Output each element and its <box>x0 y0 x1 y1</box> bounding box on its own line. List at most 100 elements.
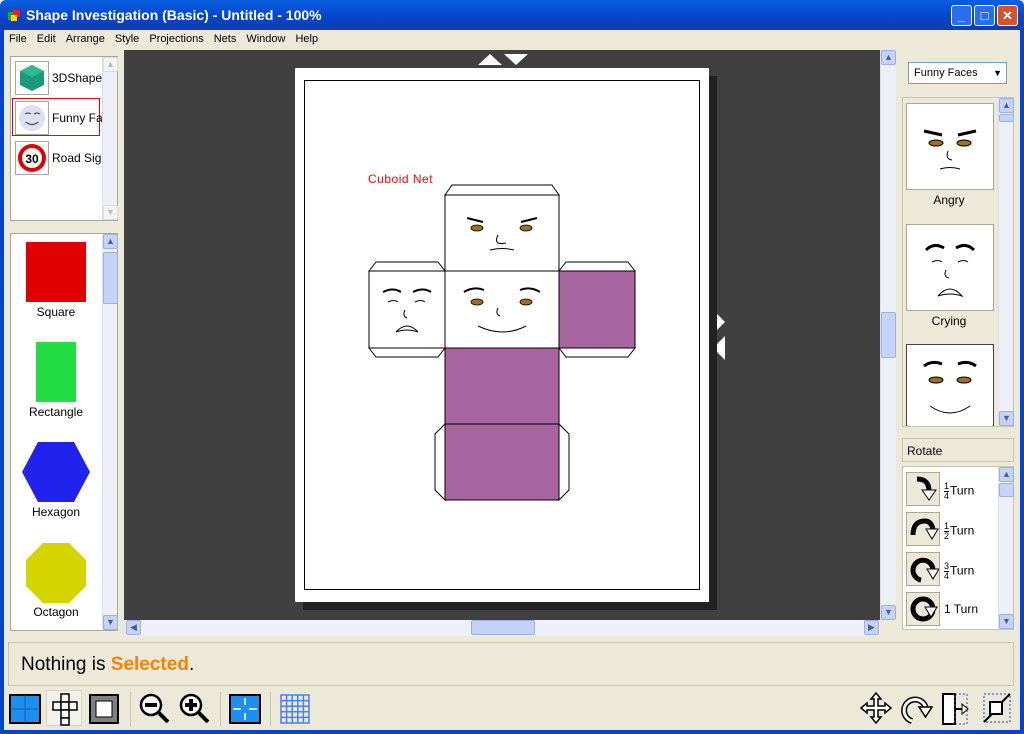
scroll-thumb[interactable] <box>999 483 1014 497</box>
zoom-in-icon <box>179 693 210 724</box>
menu-style[interactable]: Style <box>110 30 144 45</box>
face-library-dropdown[interactable]: Funny Faces ▼ <box>908 62 1007 84</box>
road-sign-30-icon: 30 <box>15 141 49 175</box>
library-item-3dshapes[interactable]: 3DShapes <box>14 60 102 96</box>
net-tab <box>557 261 637 272</box>
page-nav-arrows-top[interactable] <box>476 52 530 66</box>
menu-bar: File Edit Arrange Style Projections Nets Windo… <box>4 30 1020 49</box>
move-icon <box>859 691 893 725</box>
frame-view-icon <box>89 694 119 724</box>
net-tab <box>434 422 446 502</box>
menu-nets[interactable]: Nets <box>209 30 242 45</box>
menu-help[interactable]: Help <box>290 30 323 45</box>
library-item-funny-faces[interactable]: Funny Faces <box>12 98 102 136</box>
scroll-thumb[interactable] <box>471 620 535 635</box>
shape-octagon[interactable] <box>25 542 87 604</box>
net-tab <box>367 347 447 358</box>
zoom-out-button[interactable] <box>136 690 172 726</box>
scroll-down-button[interactable]: ▼ <box>999 411 1014 426</box>
face-angry[interactable] <box>906 103 994 190</box>
net-face-angry <box>444 194 560 272</box>
face-smiling[interactable] <box>906 344 994 426</box>
menu-window[interactable]: Window <box>241 30 290 45</box>
net-tab <box>367 261 447 272</box>
net-face-crying <box>368 270 446 349</box>
canvas-vertical-scrollbar[interactable]: ▲ ▼ <box>880 50 896 620</box>
toolbar-divider <box>130 692 131 726</box>
net-view-icon <box>52 693 78 726</box>
app-icon <box>8 10 20 21</box>
net-view-button[interactable] <box>46 690 82 726</box>
scroll-thumb[interactable] <box>881 312 896 358</box>
fit-page-icon <box>229 694 261 724</box>
shape-square[interactable] <box>26 242 86 302</box>
grid-button[interactable] <box>276 690 312 726</box>
menu-arrange[interactable]: Arrange <box>61 30 110 45</box>
shape-hexagon[interactable] <box>21 441 91 503</box>
scroll-thumb[interactable] <box>103 252 118 304</box>
face-label-angry: Angry <box>933 193 965 207</box>
scroll-right-button[interactable]: ▶ <box>864 620 879 635</box>
fit-page-button[interactable] <box>226 690 262 726</box>
zoom-in-button[interactable] <box>176 690 212 726</box>
grid-icon <box>280 694 310 724</box>
shape-label-square: Square <box>36 305 76 319</box>
menu-projections[interactable]: Projections <box>144 30 208 45</box>
chevron-down-icon: ▼ <box>993 68 1002 78</box>
cuboid-net[interactable] <box>360 180 650 510</box>
scroll-left-button[interactable]: ◀ <box>126 620 141 635</box>
scroll-down-button[interactable]: ▼ <box>103 615 118 630</box>
flip-button[interactable] <box>938 690 974 726</box>
scroll-down-button[interactable]: ▼ <box>881 605 896 620</box>
window-frame-right <box>1020 30 1024 734</box>
shape-rectangle[interactable] <box>36 342 76 402</box>
menu-file[interactable]: File <box>4 30 32 45</box>
rotate-scrollbar[interactable]: ▲ ▼ <box>998 467 1014 629</box>
toolbar-divider <box>220 692 221 726</box>
scroll-thumb[interactable] <box>999 114 1014 122</box>
window-frame-left <box>0 30 4 734</box>
page-nav-arrows-side[interactable] <box>711 308 727 362</box>
library-scrollbar[interactable]: ▲ ▼ <box>102 57 118 220</box>
funny-face-icon <box>15 101 49 135</box>
rotate-quarter-icon <box>906 472 940 506</box>
rotate-full-icon <box>906 592 940 626</box>
face-crying[interactable] <box>906 224 994 311</box>
rotate-button[interactable] <box>898 690 934 726</box>
menu-edit[interactable]: Edit <box>32 30 61 45</box>
window-title: Shape Investigation (Basic) - Untitled -… <box>26 7 322 23</box>
canvas-horizontal-scrollbar[interactable]: ◀ ▶ <box>124 620 880 636</box>
rotate-icon <box>901 696 934 724</box>
status-bar: Nothing is Selected. <box>8 642 1014 686</box>
net-face-plain <box>444 347 560 425</box>
library-item-road-signs[interactable]: 30 Road Signs <box>14 140 102 176</box>
toolbar-divider <box>270 692 271 726</box>
scroll-down-button[interactable]: ▼ <box>999 614 1014 629</box>
shape-label-octagon: Octagon <box>33 605 79 619</box>
minimize-button[interactable]: _ <box>951 5 972 26</box>
rotate-panel-title: Rotate <box>902 438 1014 462</box>
scroll-up-button[interactable]: ▲ <box>103 234 118 249</box>
maximize-button[interactable]: □ <box>974 5 995 26</box>
rotate-three-quarter-icon <box>906 552 940 586</box>
scroll-up-button[interactable]: ▲ <box>999 98 1014 113</box>
net-tab <box>558 422 570 502</box>
zoom-out-icon <box>139 693 170 724</box>
shapes-scrollbar[interactable]: ▲ ▼ <box>102 234 118 630</box>
rotate-half-icon <box>906 512 940 546</box>
faces-scrollbar[interactable]: ▲ ▼ <box>998 98 1014 426</box>
resize-button[interactable] <box>978 690 1014 726</box>
svg-text:30: 30 <box>25 152 39 166</box>
green-cube-icon <box>15 61 49 95</box>
tile-view-button[interactable] <box>6 690 42 726</box>
status-text: Nothing is <box>21 654 111 675</box>
resize-icon <box>983 693 1011 723</box>
move-button[interactable] <box>858 690 894 726</box>
scroll-up-button[interactable]: ▲ <box>103 57 118 72</box>
scroll-up-button[interactable]: ▲ <box>881 50 896 65</box>
frame-view-button[interactable] <box>86 690 122 726</box>
scroll-up-button[interactable]: ▲ <box>999 467 1014 482</box>
scroll-down-button[interactable]: ▼ <box>103 205 118 220</box>
shape-label-rectangle: Rectangle <box>28 405 84 419</box>
close-button[interactable]: ✕ <box>997 5 1018 26</box>
